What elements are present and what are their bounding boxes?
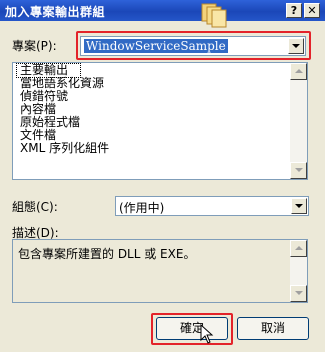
close-button[interactable]: ✕ [304,3,320,18]
title-bar[interactable]: 加入專案輸出群組 ? ✕ [0,0,325,21]
configuration-combo[interactable]: (作用中) [115,196,309,216]
project-label: 專案(P): [12,39,57,53]
cancel-button[interactable]: 取消 [237,317,309,340]
description-box: 包含專案所建置的 DLL 或 EXE。 [12,239,308,303]
configuration-label: 組態(C): [12,200,58,214]
mouse-cursor-icon [200,324,214,344]
scroll-up-icon[interactable] [290,63,307,80]
scroll-down-icon[interactable] [290,285,307,302]
window-title: 加入專案輸出群組 [5,5,106,19]
list-item[interactable]: XML 序列化組件 [15,142,287,155]
description-scrollbar[interactable] [290,240,307,302]
configuration-value: (作用中) [119,201,165,215]
description-text: 包含專案所建置的 DLL 或 EXE。 [18,247,196,261]
scroll-up-icon[interactable] [290,240,307,257]
output-group-items: 主要輸出 當地語系化資源 偵錯符號 內容檔 原始程式檔 文件檔 XML 序列化組… [15,63,287,155]
highlight-ok-button [151,313,233,345]
scroll-down-icon[interactable] [290,162,307,179]
output-group-list[interactable]: 主要輸出 當地語系化資源 偵錯符號 內容檔 原始程式檔 文件檔 XML 序列化組… [12,62,308,180]
highlight-project-combo [76,31,311,60]
help-button[interactable]: ? [286,3,302,18]
documents-icon [201,3,227,28]
list-scrollbar[interactable] [290,63,307,179]
chevron-down-icon[interactable] [291,198,307,214]
